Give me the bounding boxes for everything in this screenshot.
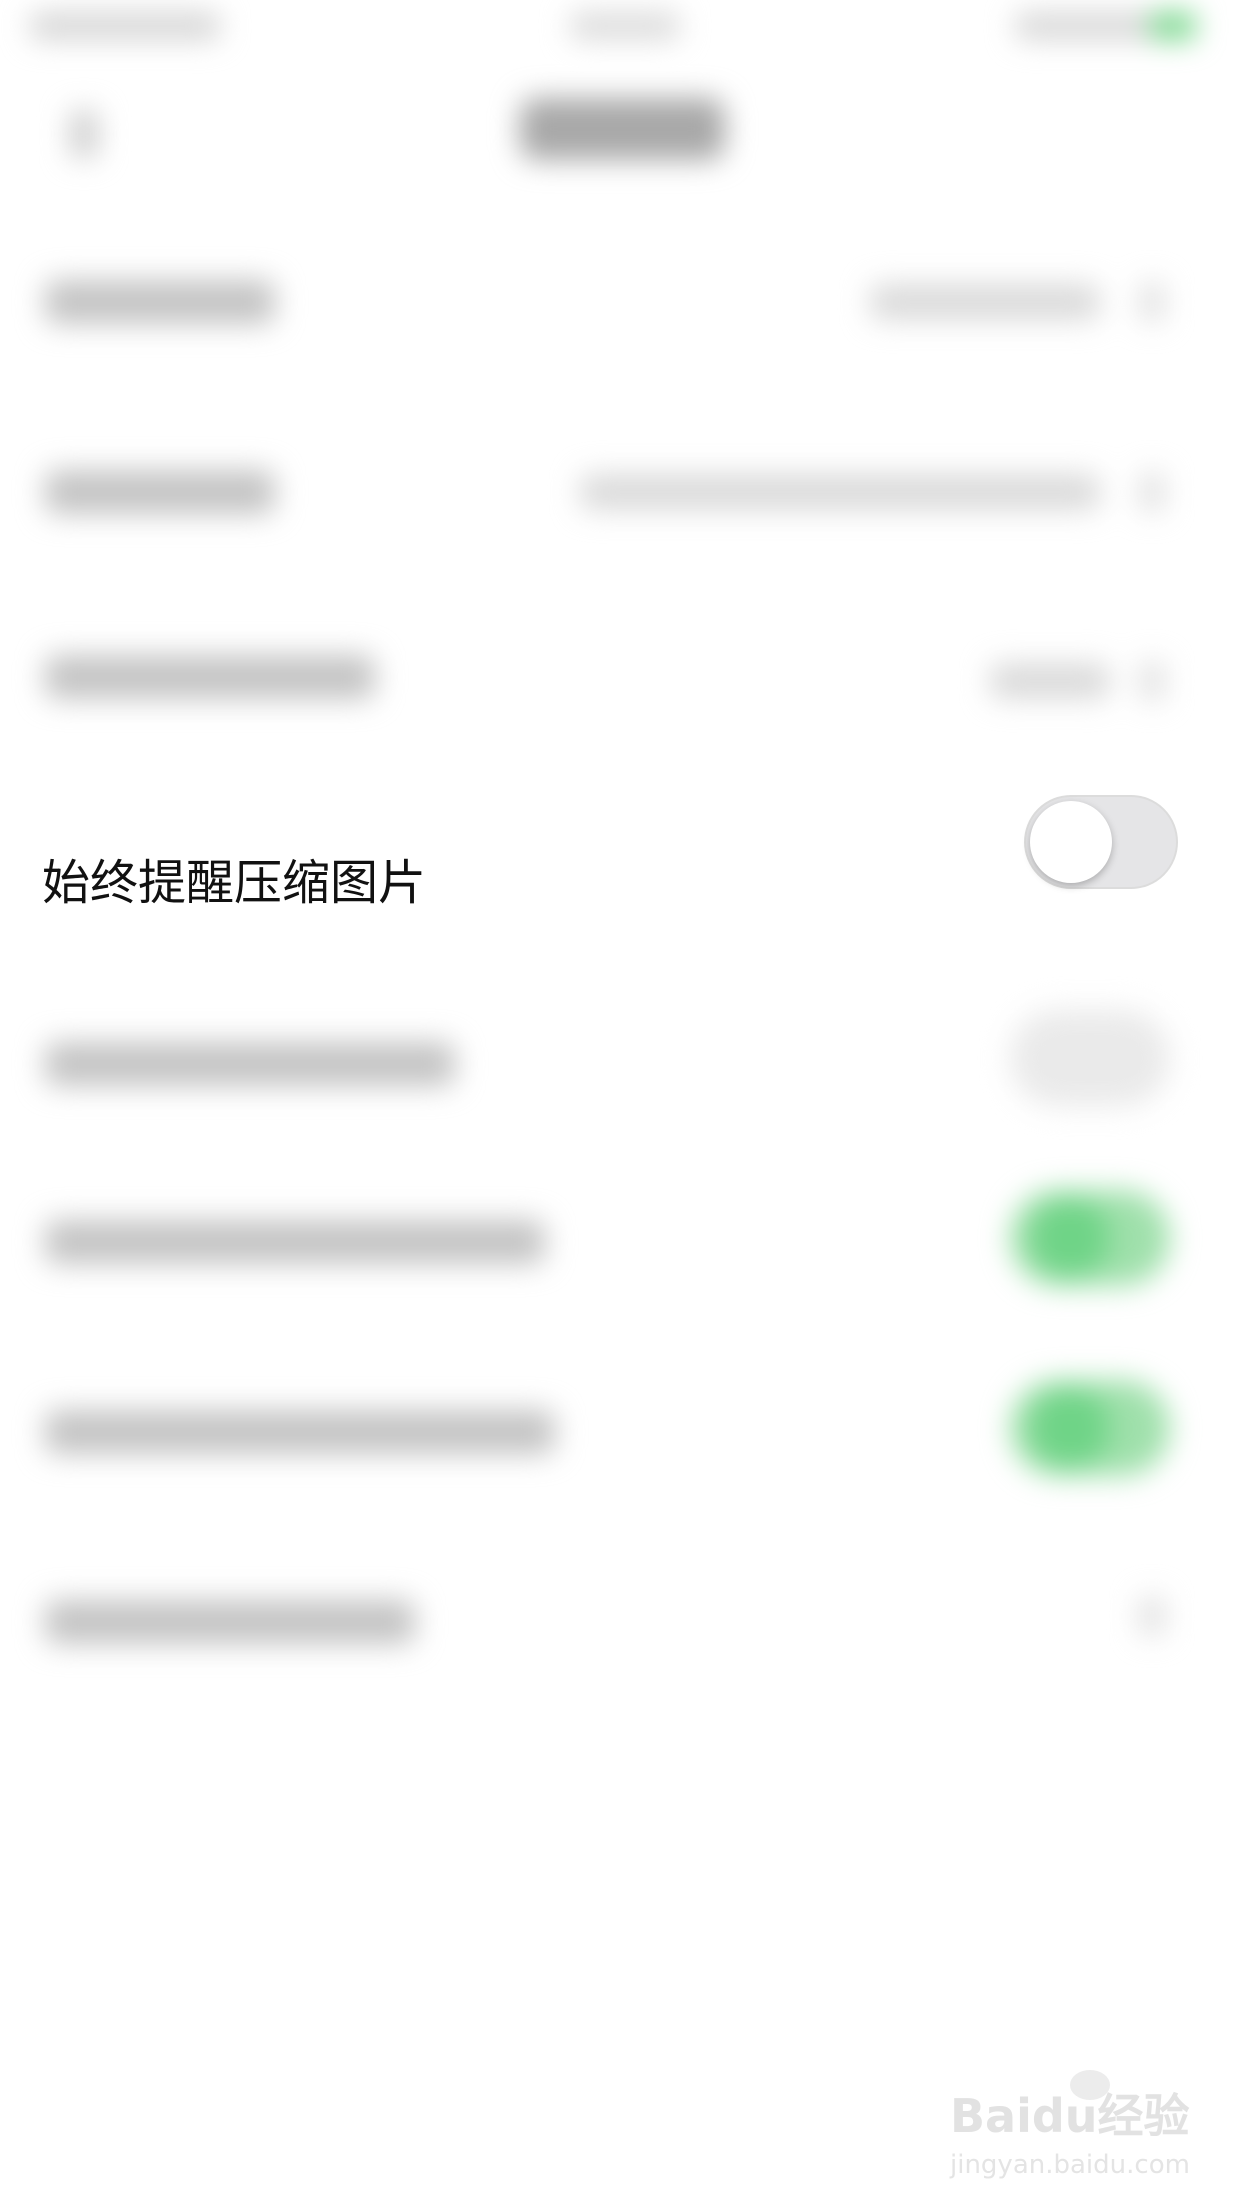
setting-label: 始终提醒压缩图片 — [42, 855, 427, 911]
back-arrow-icon[interactable] — [70, 110, 98, 158]
settings-row-2[interactable] — [0, 440, 1242, 540]
status-time-carrier — [30, 12, 220, 40]
status-bar — [0, 0, 1242, 60]
toggle-switch[interactable] — [1010, 1010, 1170, 1106]
settings-row-5[interactable] — [0, 1010, 1242, 1120]
watermark-url: jingyan.baidu.com — [950, 2150, 1190, 2180]
always-remind-compress-row: 始终提醒压缩图片 — [0, 775, 1242, 975]
chevron-right-icon — [1140, 1596, 1164, 1636]
chevron-right-icon — [1140, 282, 1164, 322]
chevron-right-icon — [1140, 472, 1164, 512]
toggle-knob — [1030, 801, 1112, 883]
nav-bar — [0, 70, 1242, 180]
page-title — [520, 98, 725, 160]
row-label — [45, 1600, 415, 1644]
row-label — [45, 1410, 555, 1454]
settings-row-1[interactable] — [0, 250, 1242, 350]
row-label — [45, 1220, 545, 1264]
battery-icon — [1150, 12, 1196, 40]
row-label — [45, 655, 375, 699]
row-value — [990, 663, 1110, 699]
settings-row-3[interactable] — [0, 635, 1242, 735]
row-label — [45, 1042, 455, 1086]
settings-row-6[interactable] — [0, 1180, 1242, 1300]
row-label — [45, 470, 275, 514]
toggle-knob — [1030, 1388, 1110, 1468]
chevron-right-icon — [1140, 661, 1164, 701]
status-center — [570, 12, 680, 40]
row-label — [45, 280, 275, 324]
toggle-knob — [1030, 1198, 1110, 1278]
settings-row-8[interactable] — [0, 1570, 1242, 1680]
row-value — [580, 474, 1100, 510]
row-value — [870, 284, 1100, 320]
baidu-jingyan-watermark: Baidu经验 jingyan.baidu.com — [950, 2070, 1210, 2190]
compress-reminder-toggle[interactable] — [1024, 795, 1178, 889]
watermark-brand: Baidu经验 — [950, 2089, 1190, 2143]
settings-row-7[interactable] — [0, 1370, 1242, 1490]
